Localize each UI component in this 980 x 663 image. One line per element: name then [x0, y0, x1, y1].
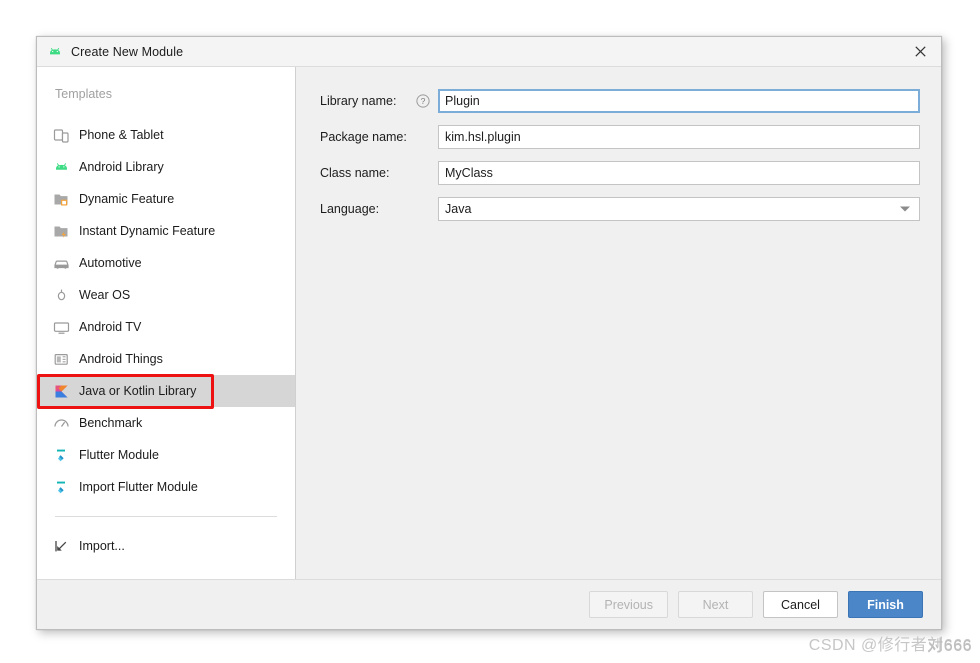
sidebar-item-benchmark[interactable]: Benchmark	[37, 407, 295, 439]
sidebar-item-label: Wear OS	[79, 288, 131, 302]
flutter-icon	[53, 479, 70, 496]
sidebar-item-flutter-module[interactable]: Flutter Module	[37, 439, 295, 471]
gauge-icon	[53, 415, 70, 432]
sidebar-item-label: Phone & Tablet	[79, 128, 164, 142]
finish-button[interactable]: Finish	[848, 591, 923, 618]
language-select[interactable]: Java	[438, 197, 920, 221]
sidebar-divider	[55, 516, 277, 517]
sidebar-item-label: Java or Kotlin Library	[79, 384, 197, 398]
instant-feature-icon	[53, 223, 70, 240]
language-label: Language:	[320, 202, 380, 216]
templates-header: Templates	[55, 87, 112, 101]
android-logo-icon	[47, 44, 63, 60]
class-name-row: Class name:	[320, 161, 920, 185]
car-icon	[53, 255, 70, 272]
module-form: Library name: ? Package name: Class name…	[296, 67, 941, 579]
sidebar-item-automotive[interactable]: Automotive	[37, 247, 295, 279]
import-label: Import...	[79, 539, 125, 553]
cancel-button[interactable]: Cancel	[763, 591, 838, 618]
sidebar-item-label: Android Things	[79, 352, 163, 366]
title-bar: Create New Module	[37, 37, 941, 67]
sidebar-item-java-or-kotlin-library[interactable]: Java or Kotlin Library	[37, 375, 295, 407]
sidebar-item-android-tv[interactable]: Android TV	[37, 311, 295, 343]
kotlin-logo-icon	[53, 383, 70, 400]
sidebar-item-wear-os[interactable]: Wear OS	[37, 279, 295, 311]
tv-icon	[53, 319, 70, 336]
svg-text:?: ?	[421, 96, 426, 106]
dialog-footer: Previous Next Cancel Finish	[37, 579, 941, 629]
sidebar-item-import[interactable]: Import...	[37, 531, 295, 561]
sidebar-item-label: Benchmark	[79, 416, 143, 430]
sidebar-item-label: Dynamic Feature	[79, 192, 175, 206]
sidebar-item-label: Android Library	[79, 160, 164, 174]
templates-list: Phone & Tablet Android Library Dynamic Fea…	[37, 119, 295, 503]
package-name-label: Package name:	[320, 130, 407, 144]
android-logo-icon	[53, 159, 70, 176]
watermark-overlay-text: 对666	[927, 638, 972, 655]
templates-sidebar: Templates Phone & Tablet Android Library D…	[37, 67, 296, 579]
sidebar-item-android-library[interactable]: Android Library	[37, 151, 295, 183]
close-icon[interactable]	[899, 37, 941, 66]
help-circle-icon[interactable]: ?	[416, 94, 430, 108]
flutter-icon	[53, 447, 70, 464]
dialog-title: Create New Module	[71, 44, 184, 59]
create-new-module-dialog: Create New Module Templates Phone & Tabl…	[36, 36, 942, 630]
library-name-row: Library name: ?	[320, 89, 920, 113]
csdn-watermark: CSDN @修行者刘666 对666	[809, 631, 972, 655]
language-row: Language: Java	[320, 197, 920, 221]
sidebar-item-label: Android TV	[79, 320, 142, 334]
watermark-text: CSDN @修行者刘666	[808, 637, 972, 654]
library-name-label: Library name:	[320, 94, 397, 108]
sidebar-item-android-things[interactable]: Android Things	[37, 343, 295, 375]
language-selected-value: Java	[445, 202, 472, 216]
import-arrow-icon	[53, 538, 70, 555]
things-board-icon	[53, 351, 70, 368]
next-button[interactable]: Next	[678, 591, 753, 618]
class-name-input[interactable]	[438, 161, 920, 185]
class-name-label: Class name:	[320, 166, 390, 180]
previous-button[interactable]: Previous	[589, 591, 668, 618]
sidebar-item-label: Import Flutter Module	[79, 480, 198, 494]
sidebar-item-instant-dynamic-feature[interactable]: Instant Dynamic Feature	[37, 215, 295, 247]
sidebar-item-phone-tablet[interactable]: Phone & Tablet	[37, 119, 295, 151]
watch-icon	[53, 287, 70, 304]
chevron-down-icon	[900, 206, 910, 212]
sidebar-item-label: Instant Dynamic Feature	[79, 224, 216, 238]
package-name-input[interactable]	[438, 125, 920, 149]
dynamic-feature-icon	[53, 191, 70, 208]
sidebar-item-label: Automotive	[79, 256, 142, 270]
sidebar-item-label: Flutter Module	[79, 448, 159, 462]
package-name-row: Package name:	[320, 125, 920, 149]
dialog-body: Templates Phone & Tablet Android Library D…	[37, 67, 941, 579]
phone-tablet-icon	[53, 127, 70, 144]
sidebar-item-import-flutter-module[interactable]: Import Flutter Module	[37, 471, 295, 503]
library-name-input[interactable]	[438, 89, 920, 113]
sidebar-item-dynamic-feature[interactable]: Dynamic Feature	[37, 183, 295, 215]
